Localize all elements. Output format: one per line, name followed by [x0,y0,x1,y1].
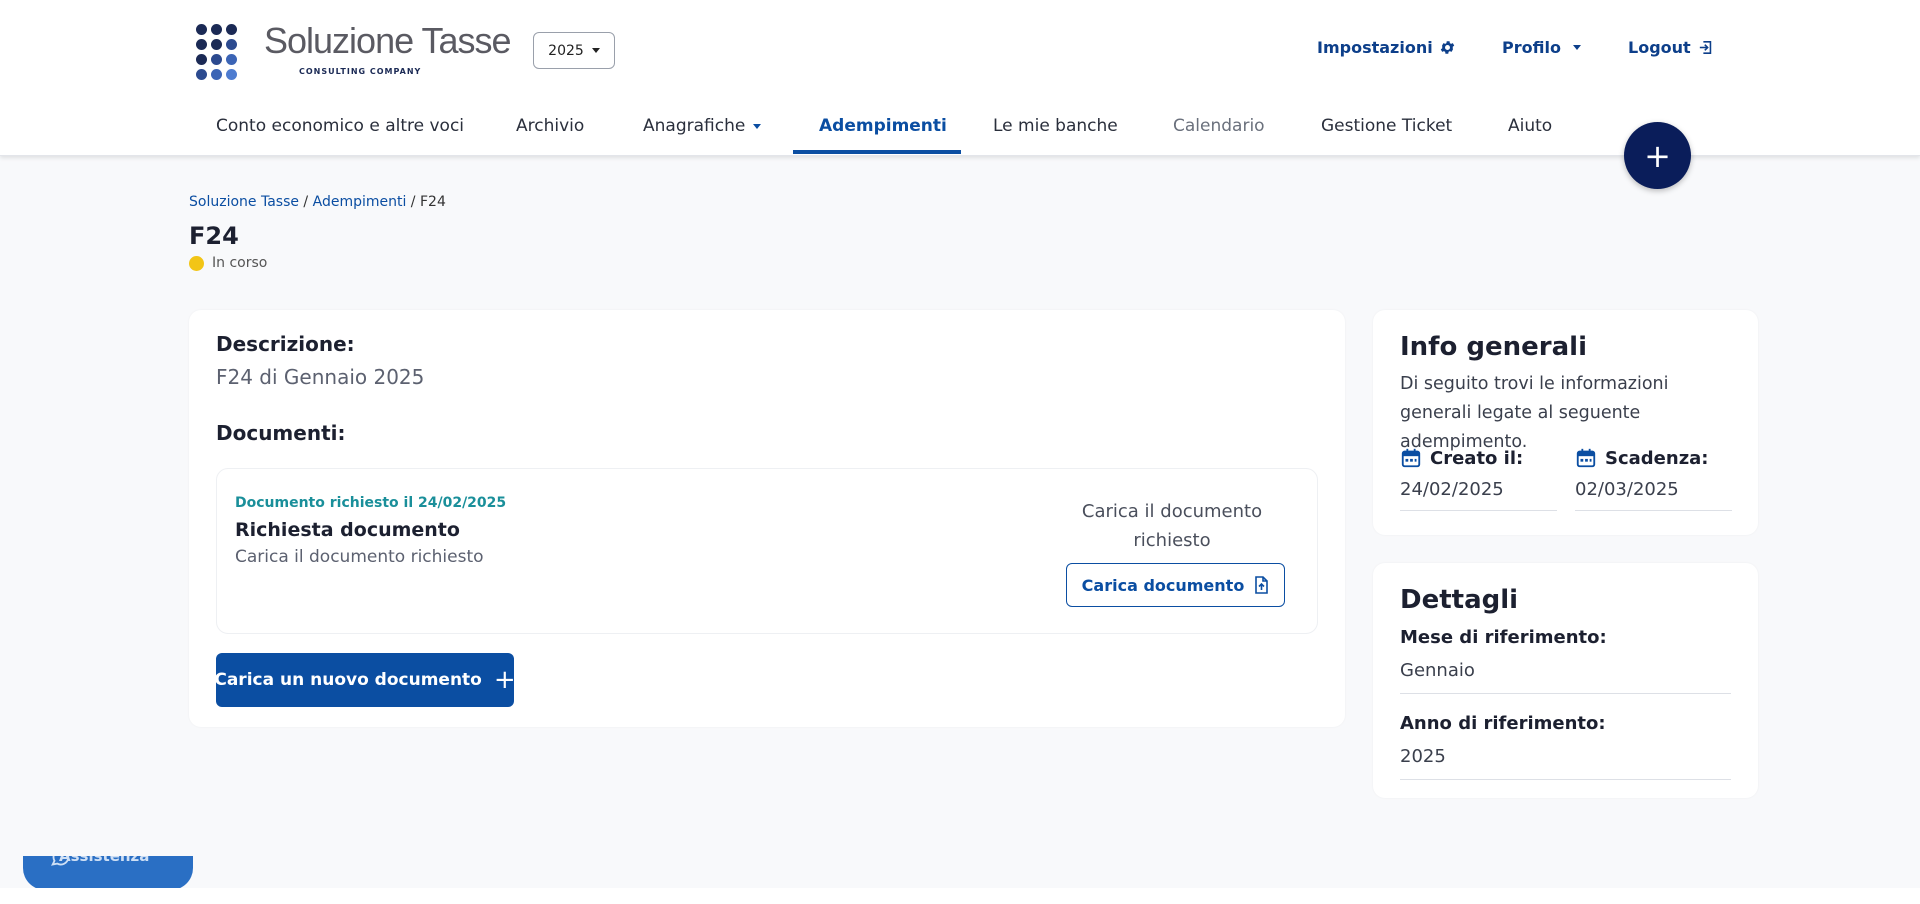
document-name: Richiesta documento [235,519,460,541]
top-links: Impostazioni Profilo Logout [0,38,1920,62]
status-label: In corso [212,255,268,271]
profile-label: Profilo [1502,38,1561,57]
add-fab-button[interactable]: + [1624,122,1691,189]
created-label: Creato il: [1430,447,1524,469]
reference-year-field: Anno di riferimento: 2025 [1400,713,1731,780]
reference-month-field: Mese di riferimento: Gennaio [1400,627,1731,694]
info-title: Info generali [1400,332,1587,362]
document-upload-hint: Carica il documento richiesto [1081,501,1263,551]
details-card: Dettagli Mese di riferimento: Gennaio An… [1373,563,1758,798]
nav-item-calendario[interactable]: Calendario [1173,116,1265,136]
nav-item-archivio[interactable]: Archivio [516,116,584,136]
chevron-down-icon [1572,45,1581,50]
nav-label: Calendario [1173,116,1265,136]
info-card: Info generali Di seguito trovi le inform… [1373,310,1758,535]
logout-icon [1699,41,1711,54]
breadcrumb-root-link[interactable]: Soluzione Tasse [189,194,299,210]
plus-icon: + [1644,136,1671,175]
status-dot-icon [189,255,204,271]
breadcrumb-current: F24 [419,194,446,210]
description-value: F24 di Gennaio 2025 [216,365,425,389]
reference-month-label: Mese di riferimento: [1400,627,1607,648]
created-date-field: Creato il: 24/02/2025 [1400,447,1557,511]
main-card: Descrizione: F24 di Gennaio 2025 Documen… [189,310,1345,727]
active-nav-indicator [793,150,961,154]
documents-label: Documenti: [216,421,346,445]
nav-item-le-mie-banche[interactable]: Le mie banche [993,116,1118,136]
breadcrumb-separator: / [406,194,420,210]
calendar-icon [1576,448,1596,468]
created-value: 24/02/2025 [1400,479,1557,511]
nav-item-gestione-ticket[interactable]: Gestione Ticket [1321,116,1452,136]
page-title: F24 [189,222,239,250]
gear-icon [1440,41,1454,54]
due-date-field: Scadenza: 02/03/2025 [1575,447,1732,511]
reference-month-value: Gennaio [1400,660,1731,694]
logo-tagline: CONSULTING COMPANY [299,67,422,76]
nav-label: Adempimenti [819,116,947,136]
nav-item-conto-economico[interactable]: Conto economico e altre voci [216,116,464,136]
calendar-icon [1401,448,1421,468]
info-text: Di seguito trovi le informazioni general… [1400,374,1669,452]
file-upload-icon [1255,576,1269,594]
page-bottom-edge [0,888,1920,904]
document-requested-date: Documento richiesto il 24/02/2025 [235,495,507,511]
profile-menu[interactable]: Profilo [1502,38,1581,57]
nav-item-adempimenti[interactable]: Adempimenti [819,116,947,136]
logout-label: Logout [1628,38,1691,57]
nav-label: Archivio [516,116,585,136]
status-badge: In corso [189,255,267,271]
nav-label: Conto economico e altre voci [216,116,465,136]
reference-year-value: 2025 [1400,746,1731,780]
upload-document-button[interactable]: Carica documento [1066,563,1285,607]
new-document-label: Carica un nuovo documento [214,670,482,690]
nav-label: Aiuto [1508,116,1553,136]
document-description: Carica il documento richiesto [235,547,484,567]
breadcrumb-section-link[interactable]: Adempimenti [313,194,407,210]
due-value: 02/03/2025 [1575,479,1732,511]
due-label: Scadenza: [1605,447,1709,469]
description-label: Descrizione: [216,332,355,356]
chat-icon [51,856,70,866]
reference-year-label: Anno di riferimento: [1400,713,1606,734]
nav-label: Anagrafiche [643,116,746,136]
assistance-label: Assistenza [59,856,150,865]
plus-icon: + [493,665,516,695]
breadcrumb: Soluzione Tasse / Adempimenti / F24 [189,194,446,210]
breadcrumb-separator: / [298,194,313,210]
logout-link[interactable]: Logout [1628,38,1714,57]
nav-item-anagrafiche[interactable]: Anagrafiche [643,116,762,136]
settings-link[interactable]: Impostazioni [1317,38,1456,57]
upload-document-label: Carica documento [1081,575,1245,595]
settings-label: Impostazioni [1317,38,1433,57]
document-item: Documento richiesto il 24/02/2025 Richie… [216,468,1318,634]
chevron-down-icon [753,123,762,129]
assistance-button[interactable]: Assistenza [23,856,193,890]
nav-label: Le mie banche [993,116,1118,136]
details-title: Dettagli [1400,585,1519,615]
nav-item-aiuto[interactable]: Aiuto [1508,116,1552,136]
new-document-button[interactable]: Carica un nuovo documento + [214,653,516,707]
nav-label: Gestione Ticket [1321,116,1453,136]
